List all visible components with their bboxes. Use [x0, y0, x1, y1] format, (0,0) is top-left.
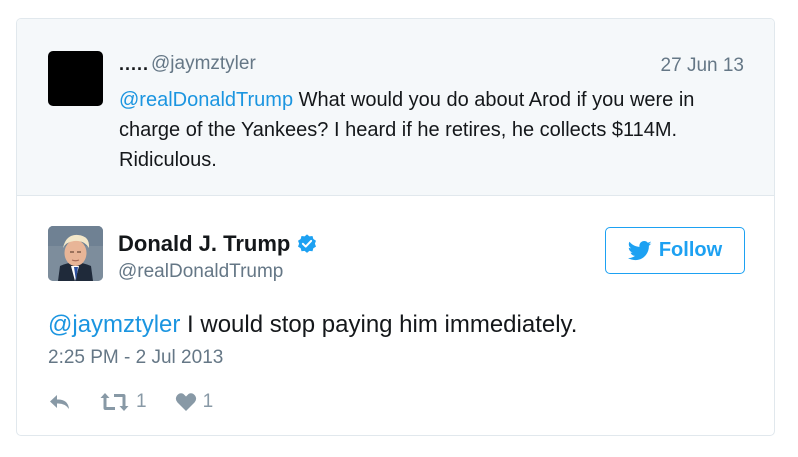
parent-tweet-text: @realDonaldTrump What would you do about…: [119, 85, 749, 175]
tweet-timestamp[interactable]: 2:25 PM - 2 Jul 2013: [48, 347, 223, 369]
follow-button[interactable]: Follow: [605, 227, 745, 274]
verified-badge-icon: [298, 234, 317, 253]
retweet-icon: [100, 393, 129, 411]
parent-tweet[interactable]: ..... @jaymztyler 27 Jun 13 @realDonaldT…: [17, 19, 774, 196]
author-handle[interactable]: @realDonaldTrump: [118, 261, 283, 283]
parent-author-handle[interactable]: @jaymztyler: [151, 53, 256, 75]
parent-avatar[interactable]: [48, 51, 103, 106]
author-name[interactable]: Donald J. Trump: [118, 231, 290, 257]
parent-mention-link[interactable]: @realDonaldTrump: [119, 89, 293, 111]
like-count: 1: [202, 391, 214, 412]
retweet-count: 1: [136, 391, 147, 412]
tweet-mention-link[interactable]: @jaymztyler: [48, 311, 180, 338]
reply-icon: [50, 395, 69, 409]
tweet-text: @jaymztyler I would stop paying him imme…: [48, 310, 748, 340]
retweet-action[interactable]: 1: [100, 391, 147, 413]
reply-action[interactable]: [48, 392, 72, 412]
follow-label: Follow: [658, 239, 723, 261]
tweet-body: I would stop paying him immediately.: [180, 311, 578, 338]
author-name-row[interactable]: Donald J. Trump: [118, 231, 318, 257]
heart-icon: [175, 393, 196, 411]
parent-tweet-date[interactable]: 27 Jun 13: [661, 55, 744, 77]
embedded-tweet-card: ..... @jaymztyler 27 Jun 13 @realDonaldT…: [16, 18, 775, 436]
like-action[interactable]: 1: [175, 391, 214, 413]
tweet-actions: 1 1: [48, 390, 241, 414]
bird-icon: [627, 240, 652, 260]
author-avatar[interactable]: [48, 226, 103, 281]
parent-author-name[interactable]: .....: [119, 54, 149, 75]
